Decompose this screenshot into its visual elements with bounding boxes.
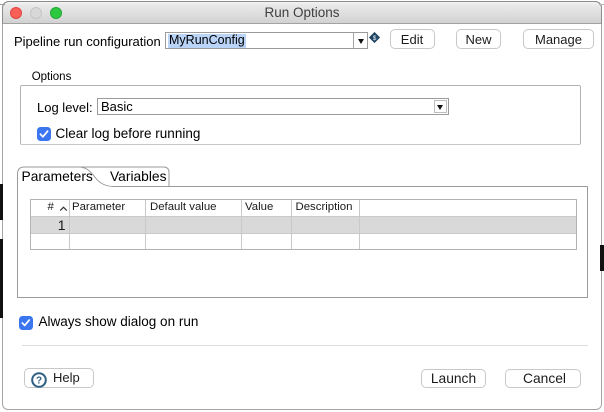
svg-text:?: ? <box>36 375 42 386</box>
